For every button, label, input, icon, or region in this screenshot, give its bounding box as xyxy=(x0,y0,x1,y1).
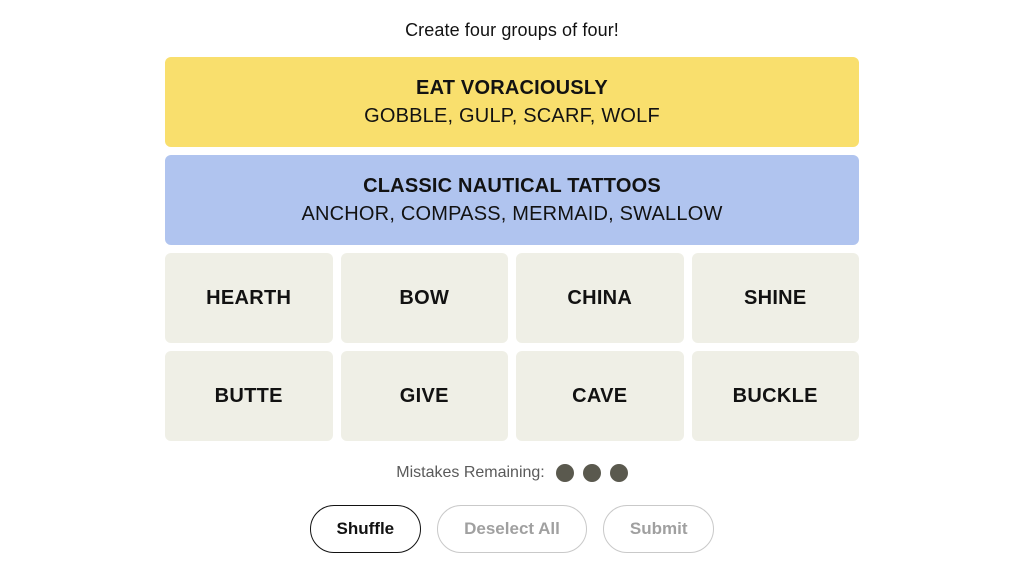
word-tile[interactable]: BUCKLE xyxy=(691,351,859,441)
connections-game: Create four groups of four! EAT VORACIOU… xyxy=(0,0,1024,579)
solved-group-title: EAT VORACIOUSLY xyxy=(416,77,608,99)
solved-group-members: GOBBLE, GULP, SCARF, WOLF xyxy=(364,105,660,127)
solved-group-title: CLASSIC NAUTICAL TATTOOS xyxy=(363,175,661,197)
word-tile[interactable]: BUTTE xyxy=(165,351,333,441)
solved-group-yellow: EAT VORACIOUSLY GOBBLE, GULP, SCARF, WOL… xyxy=(165,57,859,147)
word-tile[interactable]: SHINE xyxy=(691,253,859,343)
tile-row: HEARTH BOW CHINA SHINE xyxy=(165,253,859,343)
word-tile[interactable]: BOW xyxy=(340,253,508,343)
submit-button[interactable]: Submit xyxy=(602,505,715,553)
mistake-dot xyxy=(582,464,601,482)
game-board: EAT VORACIOUSLY GOBBLE, GULP, SCARF, WOL… xyxy=(165,57,859,441)
word-tile[interactable]: CAVE xyxy=(516,351,684,441)
solved-group-members: ANCHOR, COMPASS, MERMAID, SWALLOW xyxy=(301,203,723,225)
word-tile[interactable]: CHINA xyxy=(516,253,684,343)
game-controls: Shuffle Deselect All Submit xyxy=(309,505,715,553)
shuffle-button[interactable]: Shuffle xyxy=(309,505,422,553)
solved-group-blue: CLASSIC NAUTICAL TATTOOS ANCHOR, COMPASS… xyxy=(165,155,859,245)
mistake-dot xyxy=(609,464,628,482)
mistake-dot xyxy=(555,464,574,482)
mistakes-remaining: Mistakes Remaining: xyxy=(396,463,628,483)
page-title: Create four groups of four! xyxy=(405,20,619,40)
word-tile[interactable]: GIVE xyxy=(340,351,508,441)
deselect-all-button[interactable]: Deselect All xyxy=(437,505,587,553)
tile-row: BUTTE GIVE CAVE BUCKLE xyxy=(165,351,859,441)
word-tile[interactable]: HEARTH xyxy=(165,253,333,343)
mistakes-remaining-label: Mistakes Remaining: xyxy=(396,464,545,481)
